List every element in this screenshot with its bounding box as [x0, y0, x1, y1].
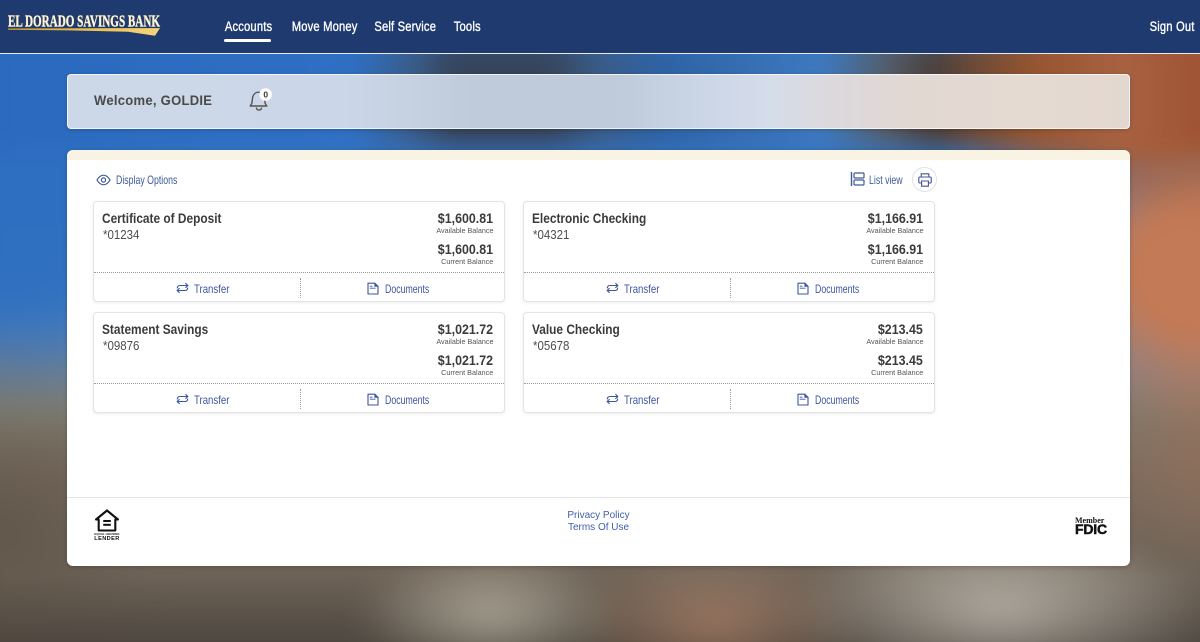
svg-text:0: 0 [263, 90, 268, 100]
svg-text:EL DORADO SAVINGS BANK: EL DORADO SAVINGS BANK [8, 12, 161, 31]
svg-text:LENDER: LENDER [94, 536, 119, 541]
